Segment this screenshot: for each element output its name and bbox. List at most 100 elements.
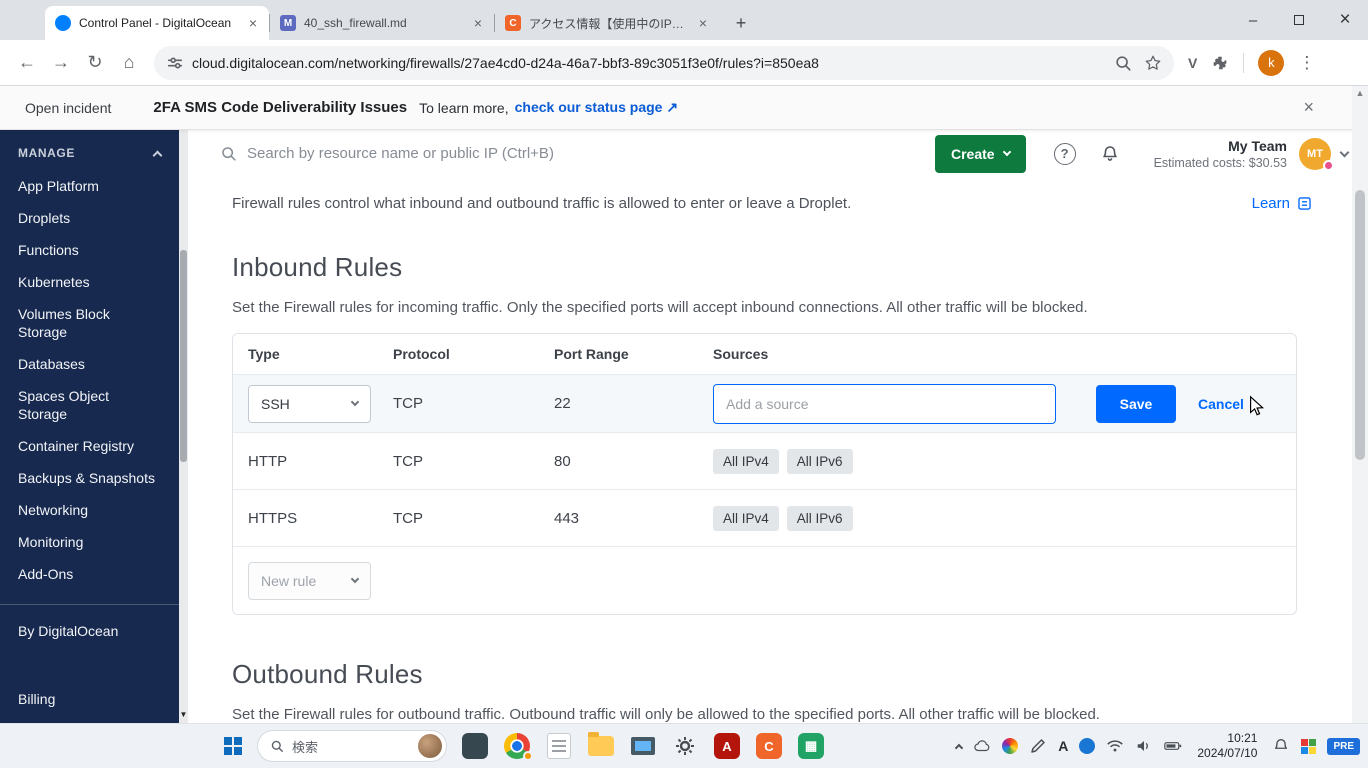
toolbar-divider [1243, 52, 1245, 73]
monitor-app-icon[interactable] [625, 728, 661, 764]
help-icon[interactable]: ? [1053, 142, 1076, 165]
create-button[interactable]: Create [935, 134, 1026, 173]
ime-mode-indicator[interactable]: A [1058, 738, 1068, 754]
blue-app-tray-icon[interactable] [1079, 738, 1096, 754]
sidebar-item-container-registry[interactable]: Container Registry [0, 430, 179, 462]
tab-close-icon[interactable]: × [470, 15, 486, 31]
v-extension-icon[interactable]: V [1188, 55, 1197, 71]
search-lens-icon[interactable] [1114, 54, 1132, 72]
speaker-icon[interactable] [1135, 737, 1153, 755]
header-protocol: Protocol [393, 346, 450, 362]
team-avatar-initials: MT [1307, 147, 1323, 160]
table-header-row: Type Protocol Port Range Sources [233, 334, 1296, 374]
window-maximize-button[interactable] [1276, 0, 1322, 40]
c-site-favicon: C [505, 15, 521, 31]
taskbar-search-placeholder: 検索 [292, 739, 319, 755]
sidebar-section-manage[interactable]: MANAGE [0, 140, 179, 170]
sidebar-item-billing[interactable]: Billing [0, 683, 179, 715]
file-explorer-icon[interactable] [583, 728, 619, 764]
sidebar-item-kubernetes[interactable]: Kubernetes [0, 266, 179, 298]
sidebar-item-databases[interactable]: Databases [0, 348, 179, 380]
green-app-icon[interactable]: ▦ [793, 728, 829, 764]
wifi-icon[interactable] [1106, 737, 1124, 755]
sidebar-item-functions[interactable]: Functions [0, 234, 179, 266]
tab-close-icon[interactable]: × [695, 15, 711, 31]
save-button[interactable]: Save [1096, 384, 1176, 423]
new-tab-button[interactable]: + [727, 9, 755, 37]
start-button[interactable] [215, 728, 251, 764]
window-minimize-button[interactable]: – [1230, 0, 1276, 40]
page-scrollbar-thumb[interactable] [1355, 190, 1365, 460]
sidebar-item-app-platform[interactable]: App Platform [0, 170, 179, 202]
bookmark-star-icon[interactable] [1144, 54, 1162, 72]
rule-port: 80 [554, 452, 571, 470]
browser-tab-strip: Control Panel - DigitalOcean × M 40_ssh_… [0, 0, 1368, 40]
incident-banner-label[interactable]: Open incident [25, 100, 111, 116]
browser-menu-icon[interactable]: ⋮ [1298, 53, 1315, 73]
pinwheel-app-icon[interactable] [1301, 738, 1317, 754]
color-wheel-tray-icon[interactable] [1002, 738, 1019, 754]
battery-icon[interactable] [1164, 737, 1182, 755]
home-icon[interactable]: ⌂ [112, 46, 146, 80]
cancel-button[interactable]: Cancel [1198, 396, 1244, 412]
back-icon[interactable]: ← [10, 46, 44, 80]
tab-access-info[interactable]: C アクセス情報【使用中のIPアドレス※ × [495, 6, 719, 40]
sidebar-scrollbar-thumb[interactable] [180, 250, 187, 462]
rule-type-select[interactable]: SSH [248, 384, 371, 423]
learn-link[interactable]: Learn [1252, 195, 1313, 212]
banner-close-icon[interactable]: × [1303, 97, 1314, 118]
site-settings-tune-icon[interactable] [166, 54, 184, 72]
taskbar-clock[interactable]: 10:21 2024/07/10 [1197, 731, 1257, 761]
http-rule-row[interactable]: HTTP TCP 80 All IPv4 All IPv6 [233, 432, 1296, 489]
pen-tray-icon[interactable] [1029, 737, 1047, 755]
c-app-icon[interactable]: C [751, 728, 787, 764]
tab-digitalocean[interactable]: Control Panel - DigitalOcean × [45, 6, 269, 40]
sidebar-item-backups[interactable]: Backups & Snapshots [0, 462, 179, 494]
account-chevron-down-icon[interactable] [1339, 147, 1350, 157]
team-avatar[interactable]: MT [1299, 137, 1334, 171]
extensions-puzzle-icon[interactable] [1211, 54, 1229, 72]
clock-time: 10:21 [1227, 731, 1258, 745]
acrobat-icon[interactable]: A [709, 728, 745, 764]
sidebar-item-volumes[interactable]: Volumes Block Storage [0, 298, 179, 348]
sidebar-scroll-down-arrow[interactable]: ▼ [179, 710, 188, 719]
scroll-up-arrow[interactable]: ▲ [1352, 88, 1368, 98]
dark-app-icon[interactable] [457, 728, 493, 764]
header-type: Type [248, 346, 280, 362]
https-rule-row[interactable]: HTTPS TCP 443 All IPv4 All IPv6 [233, 489, 1296, 546]
browser-profile-avatar[interactable]: k [1258, 49, 1285, 76]
add-source-input[interactable] [713, 383, 1056, 424]
inbound-rules-description: Set the Firewall rules for incoming traf… [232, 299, 1088, 316]
sidebar-item-droplets[interactable]: Droplets [0, 202, 179, 234]
tab-close-icon[interactable]: × [245, 15, 261, 31]
taskbar-search[interactable]: 検索 [257, 730, 447, 762]
reload-icon[interactable]: ↻ [78, 46, 112, 80]
incident-banner: Open incident 2FA SMS Code Deliverabilit… [0, 86, 1368, 130]
sidebar-item-addons[interactable]: Add-Ons [0, 558, 179, 590]
onedrive-cloud-icon[interactable] [973, 737, 991, 755]
url-text[interactable]: cloud.digitalocean.com/networking/firewa… [192, 55, 1114, 71]
sidebar-item-spaces[interactable]: Spaces Object Storage [0, 380, 179, 430]
team-info: My Team Estimated costs: $30.53 [1154, 138, 1287, 170]
search-highlight-avatar [418, 734, 442, 758]
window-close-button[interactable]: × [1322, 0, 1368, 40]
sidebar-scrollbar[interactable]: ▼ [179, 130, 188, 723]
header-sources: Sources [713, 346, 769, 362]
forward-icon[interactable]: → [44, 46, 78, 80]
page-scrollbar[interactable]: ▲ [1352, 86, 1368, 723]
notifications-bell-icon[interactable] [1100, 144, 1120, 164]
sidebar-item-monitoring[interactable]: Monitoring [0, 526, 179, 558]
chrome-icon[interactable] [499, 728, 535, 764]
new-rule-select[interactable]: New rule [248, 561, 371, 600]
settings-gear-icon[interactable] [667, 728, 703, 764]
new-rule-row: New rule [233, 546, 1296, 614]
notepad-icon[interactable] [541, 728, 577, 764]
firewall-intro-text: Firewall rules control what inbound and … [232, 195, 852, 212]
notification-center-bell-icon[interactable] [1272, 737, 1290, 755]
sidebar-item-networking[interactable]: Networking [0, 494, 179, 526]
status-page-link[interactable]: check our status page ↗ [515, 99, 678, 116]
tab-markdown-file[interactable]: M 40_ssh_firewall.md × [270, 6, 494, 40]
resource-search[interactable]: Search by resource name or public IP (Ct… [220, 145, 935, 162]
address-bar[interactable]: cloud.digitalocean.com/networking/firewa… [154, 45, 1174, 80]
tray-expand-chevron-icon[interactable] [955, 743, 964, 753]
